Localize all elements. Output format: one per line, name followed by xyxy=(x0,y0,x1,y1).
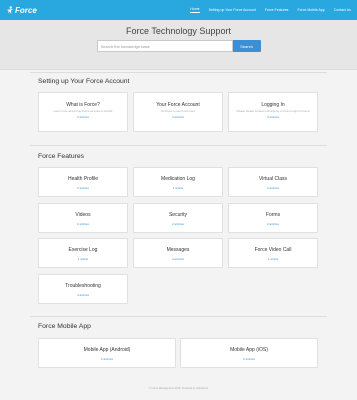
card-description: Learn more about how Force as extra to b… xyxy=(53,109,113,113)
card-title: Exercise Log xyxy=(68,247,98,253)
card-article-count: 3 articles xyxy=(76,115,89,120)
category-card-mobile-app-android[interactable]: Mobile App (Android) 6 articles xyxy=(38,338,176,368)
section-divider xyxy=(30,145,327,146)
search-input[interactable]: Search the knowledge base xyxy=(96,40,233,52)
card-article-count: 3 articles xyxy=(266,186,279,190)
hero-banner: Force Technology Support Search the know… xyxy=(0,20,357,70)
category-card-videos[interactable]: Videos 2 articles xyxy=(38,203,128,233)
card-article-count: 1 article xyxy=(77,257,89,261)
brand-logo-text: Force xyxy=(15,5,37,15)
category-card-your-force-account[interactable]: Your Force Account Find how to use Force… xyxy=(133,92,223,132)
card-title: Messages xyxy=(166,247,190,253)
top-navbar: Force Home Setting up Your Force Account… xyxy=(0,0,357,20)
category-card-what-is-force[interactable]: What is Force? Learn more about how Forc… xyxy=(38,92,128,132)
category-card-logging-in[interactable]: Logging In Please please contact instruc… xyxy=(228,92,318,132)
page-footer: © Force Management 2019. Powered by Help… xyxy=(148,387,209,390)
card-article-count: 4 articles xyxy=(171,115,184,120)
search-button[interactable]: Search xyxy=(232,40,261,52)
nav-setting-up-account[interactable]: Setting up Your Force Account xyxy=(209,8,256,13)
card-article-count: 6 articles xyxy=(242,357,255,361)
card-title: Security xyxy=(168,212,188,218)
card-article-count: 1 article xyxy=(267,257,279,261)
brand-logo[interactable]: Force xyxy=(6,6,37,15)
card-title: Troubleshooting xyxy=(65,283,101,289)
category-card-force-video-call[interactable]: Force Video Call 1 article xyxy=(228,238,318,268)
category-card-forms[interactable]: Forms 2 articles xyxy=(228,203,318,233)
card-title: Mobile App (Android) xyxy=(83,347,131,353)
card-description: Please please contact instructions on ho… xyxy=(236,109,310,113)
section-title-mobile-app: Force Mobile App xyxy=(38,323,91,330)
card-title: Force Video Call xyxy=(254,247,292,253)
category-card-troubleshooting[interactable]: Troubleshooting 4 articles xyxy=(38,274,128,304)
nav-contact-us[interactable]: Contact Us xyxy=(334,8,351,13)
section-divider xyxy=(30,316,327,317)
category-card-messages[interactable]: Messages 4 articles xyxy=(133,238,223,268)
card-description: Find how to use Force here xyxy=(160,109,196,113)
card-title: What is Force? xyxy=(66,102,100,108)
nav-home[interactable]: Home xyxy=(190,7,200,13)
category-card-health-profile[interactable]: Health Profile 2 articles xyxy=(38,167,128,197)
section-title-features: Force Features xyxy=(38,153,85,160)
force-logo-icon xyxy=(7,5,13,14)
section-title-account: Setting up Your Force Account xyxy=(38,78,130,85)
card-article-count: 4 articles xyxy=(76,293,89,297)
card-article-count: 2 articles xyxy=(76,186,89,190)
card-article-count: 6 articles xyxy=(100,357,113,361)
card-article-count: 3 articles xyxy=(266,115,279,120)
category-card-medication-log[interactable]: Medication Log 1 article xyxy=(133,167,223,197)
card-title: Videos xyxy=(75,212,91,218)
card-article-count: 4 articles xyxy=(171,257,184,261)
card-title: Medication Log xyxy=(161,176,195,182)
card-title: Virtual Class xyxy=(259,176,287,182)
page-title: Force Technology Support xyxy=(126,26,231,36)
card-title: Your Force Account xyxy=(156,102,200,108)
main-nav: Home Setting up Your Force Account Force… xyxy=(181,7,351,13)
category-card-virtual-class[interactable]: Virtual Class 3 articles xyxy=(228,167,318,197)
card-article-count: 2 articles xyxy=(171,222,184,226)
section-divider xyxy=(30,72,327,73)
card-article-count: 1 article xyxy=(172,186,184,190)
category-card-mobile-app-ios[interactable]: Mobile App (iOS) 6 articles xyxy=(180,338,318,368)
nav-force-features[interactable]: Force Features xyxy=(265,8,289,13)
card-article-count: 2 articles xyxy=(266,222,279,226)
search-bar: Search the knowledge base Search xyxy=(96,40,261,52)
card-title: Logging In xyxy=(261,102,285,108)
card-title: Forms xyxy=(265,212,281,218)
nav-force-mobile-app[interactable]: Force Mobile App xyxy=(297,8,324,13)
card-title: Mobile App (iOS) xyxy=(230,347,268,353)
card-title: Health Profile xyxy=(67,176,98,182)
category-card-security[interactable]: Security 2 articles xyxy=(133,203,223,233)
card-article-count: 2 articles xyxy=(76,222,89,226)
category-card-exercise-log[interactable]: Exercise Log 1 article xyxy=(38,238,128,268)
